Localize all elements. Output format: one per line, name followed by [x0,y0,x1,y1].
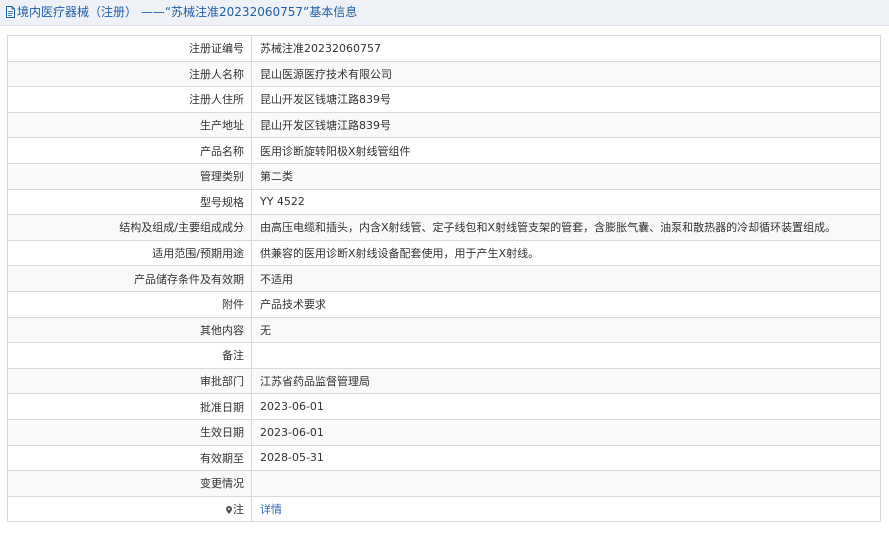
table-row: 产品名称 医用诊断旋转阳极X射线管组件 [7,137,881,164]
row-value: 2023-06-01 [251,418,881,446]
table-row: 变更情况 [7,470,881,497]
row-value: 昆山开发区钱塘江路839号 [251,86,881,113]
table-row: 结构及组成/主要组成成分 由高压电缆和插头，内含X射线管、定子线包和X射线管支架的… [7,214,881,241]
row-value: 苏械注准20232060757 [251,35,881,62]
table-row: 适用范围/预期用途 供兼容的医用诊断X射线设备配套使用，用于产生X射线。 [7,239,881,267]
row-label: 注册人名称 [7,60,252,88]
row-label: 注册证编号 [7,35,252,62]
row-label: 附件 [7,290,252,318]
table-row-note: 注 详情 [7,495,881,523]
pin-icon [226,505,232,514]
row-label: 生效日期 [7,418,252,446]
row-value: 2028-05-31 [251,444,881,472]
note-value: 详情 [251,495,881,523]
row-value: 医用诊断旋转阳极X射线管组件 [251,137,881,164]
table-row: 管理类别 第二类 [7,162,881,190]
row-value: 产品技术要求 [251,290,881,318]
table-row: 注册人住所 昆山开发区钱塘江路839号 [7,86,881,113]
row-value: 昆山医源医疗技术有限公司 [251,60,881,88]
table-row: 产品储存条件及有效期 不适用 [7,265,881,292]
row-value: 无 [251,316,881,344]
row-value: 不适用 [251,265,881,292]
table-row: 有效期至 2028-05-31 [7,444,881,472]
row-value [251,470,881,497]
table-row: 型号规格 YY 4522 [7,188,881,216]
row-value: 昆山开发区钱塘江路839号 [251,111,881,139]
page-header: 境内医疗器械（注册） ——“苏械注准20232060757”基本信息 [0,0,889,26]
row-label: 变更情况 [7,470,252,497]
row-value: 第二类 [251,162,881,190]
table-row: 生产地址 昆山开发区钱塘江路839号 [7,111,881,139]
row-label: 其他内容 [7,316,252,344]
table-row: 注册人名称 昆山医源医疗技术有限公司 [7,60,881,88]
row-value: 江苏省药品监督管理局 [251,367,881,395]
table-row: 审批部门 江苏省药品监督管理局 [7,367,881,395]
document-icon [6,6,15,18]
row-label: 审批部门 [7,367,252,395]
row-label: 备注 [7,342,252,369]
table-row: 注册证编号 苏械注准20232060757 [7,35,881,62]
row-label: 产品储存条件及有效期 [7,265,252,292]
table-row: 附件 产品技术要求 [7,290,881,318]
info-table: 注册证编号 苏械注准20232060757 注册人名称 昆山医源医疗技术有限公司 注… [7,35,881,523]
details-link[interactable]: 详情 [260,503,282,516]
row-label: 注册人住所 [7,86,252,113]
table-row: 备注 [7,342,881,369]
note-label: 注 [7,495,252,523]
note-label-text: 注 [233,502,244,516]
row-value: 由高压电缆和插头，内含X射线管、定子线包和X射线管支架的管套，含膨胀气囊、油泵和… [251,214,881,241]
row-label: 生产地址 [7,111,252,139]
row-value: 供兼容的医用诊断X射线设备配套使用，用于产生X射线。 [251,239,881,267]
row-label: 型号规格 [7,188,252,216]
row-value [251,342,881,369]
row-label: 结构及组成/主要组成成分 [7,214,252,241]
row-label: 有效期至 [7,444,252,472]
table-row: 批准日期 2023-06-01 [7,393,881,420]
table-row: 生效日期 2023-06-01 [7,418,881,446]
row-label: 管理类别 [7,162,252,190]
table-row: 其他内容无 [7,316,881,344]
row-label: 批准日期 [7,393,252,420]
page-title: 境内医疗器械（注册） ——“苏械注准20232060757”基本信息 [17,5,358,19]
row-label: 产品名称 [7,137,252,164]
row-value: YY 4522 [251,188,881,216]
row-value: 2023-06-01 [251,393,881,420]
row-label: 适用范围/预期用途 [7,239,252,267]
